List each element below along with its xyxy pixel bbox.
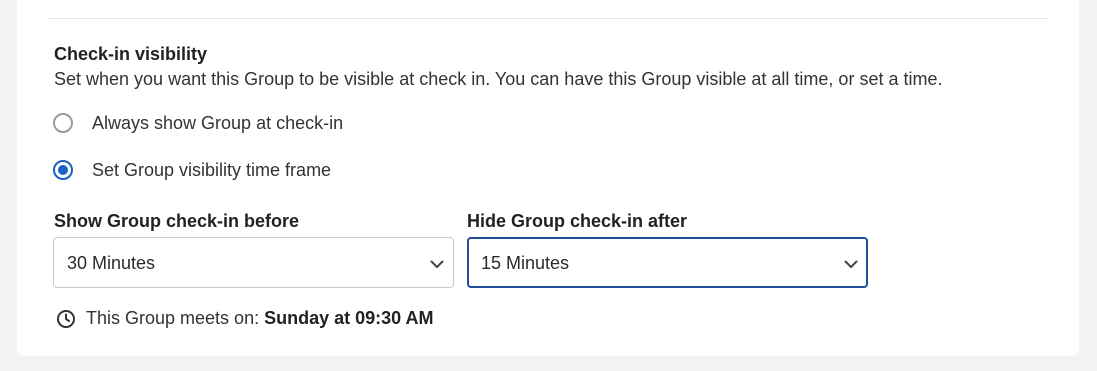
hide-after-select[interactable]: 15 Minutes (467, 237, 868, 288)
radio-set-time-frame[interactable]: Set Group visibility time frame (53, 157, 331, 183)
hide-after-label: Hide Group check-in after (467, 211, 688, 231)
show-before-select[interactable]: 30 Minutes (53, 237, 454, 288)
section-title: Check-in visibility (54, 44, 208, 64)
radio-label-always-show: Always show Group at check-in (92, 112, 344, 133)
clock-icon (57, 309, 75, 328)
chevron-down-icon (430, 260, 444, 268)
meeting-schedule: Sunday at 09:30 AM (264, 308, 434, 328)
meeting-info: This Group meets on: Sunday at 09:30 AM (56, 308, 433, 329)
radio-label-set-time-frame: Set Group visibility time frame (92, 159, 332, 180)
chevron-down-icon (844, 260, 858, 268)
radio-always-show[interactable]: Always show Group at check-in (53, 110, 343, 136)
section-divider (48, 18, 1048, 19)
radio-button-unchecked[interactable] (53, 113, 73, 133)
radio-button-checked[interactable] (53, 160, 73, 180)
section-description: Set when you want this Group to be visib… (54, 69, 943, 89)
show-before-label: Show Group check-in before (54, 211, 300, 231)
meeting-prefix: This Group meets on: (86, 308, 260, 328)
hide-after-value: 15 Minutes (481, 253, 570, 273)
show-before-value: 30 Minutes (67, 253, 156, 273)
